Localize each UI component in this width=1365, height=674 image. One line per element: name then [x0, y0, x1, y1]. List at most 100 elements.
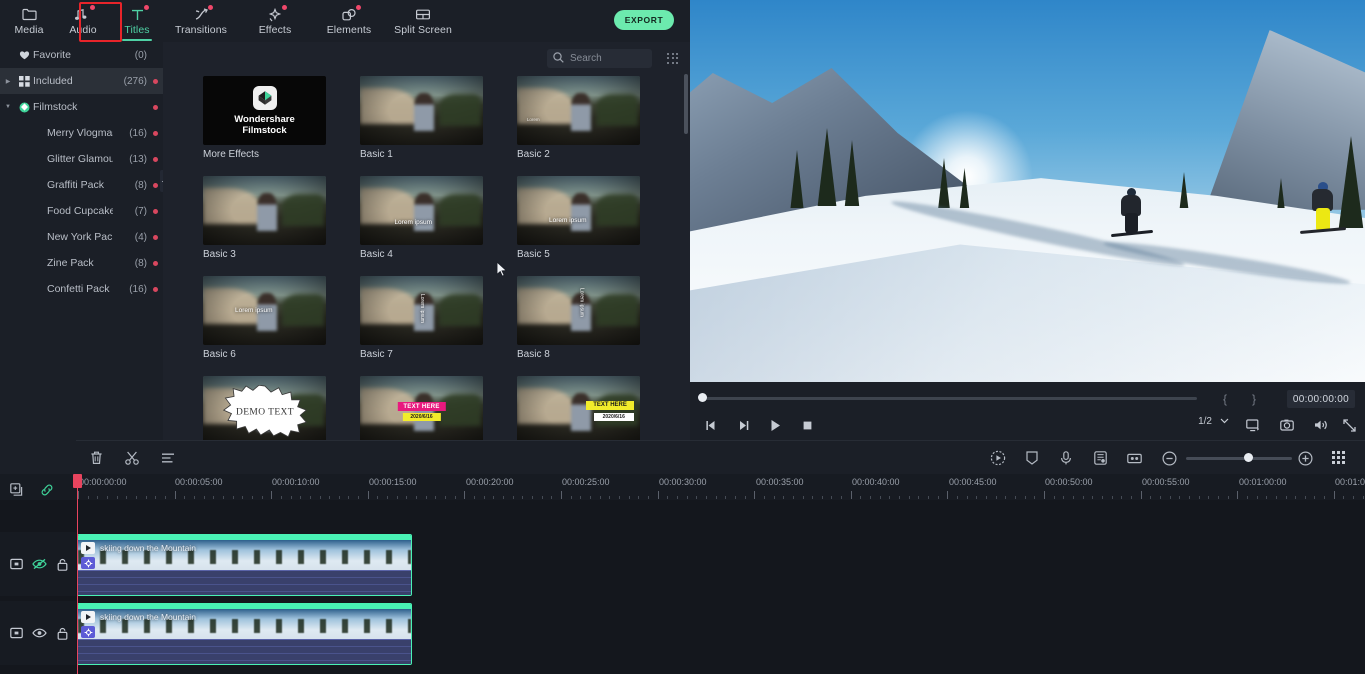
sidebar-item-glitter-glamour[interactable]: Glitter Glamour… (13) [0, 146, 163, 172]
split-button[interactable] [121, 448, 143, 468]
track-header-2 [0, 601, 76, 665]
title-overlay-text: Lorem ipsum [394, 218, 433, 226]
browser-scrollbar[interactable] [684, 74, 688, 134]
nav-tab-transitions[interactable]: Transitions [164, 0, 238, 42]
snapshot-icon[interactable] [1277, 415, 1297, 435]
play-button[interactable] [764, 416, 786, 434]
grid-item-basic-5[interactable]: Lorem ipsum Basic 5 [517, 176, 640, 260]
zoom-out-button[interactable] [1158, 448, 1180, 468]
nav-tab-media[interactable]: Media [2, 0, 56, 42]
twisty-collapsed-icon[interactable]: ▶ [0, 78, 16, 85]
zoom-fit-button[interactable] [1328, 448, 1350, 468]
nav-tab-split-screen[interactable]: Split Screen [386, 0, 460, 42]
nav-tab-effects[interactable]: Effects [238, 0, 312, 42]
grid-item-basic-1[interactable]: Basic 1 [360, 76, 483, 160]
track-lock-toggle[interactable] [52, 555, 72, 573]
svg-text:DEMO TEXT: DEMO TEXT [235, 407, 293, 417]
add-marker-icon[interactable] [6, 480, 28, 500]
ruler-label: 00:00:25:00 [562, 477, 610, 487]
effects-grid-scroll: Wondershare Filmstock More Effects Basic … [163, 72, 690, 440]
sidebar-item-merry-vlogmas[interactable]: Merry Vlogmas… (16) [0, 120, 163, 146]
grid-item-pink-badge[interactable]: TEXT HERE 2020/6/16 [360, 376, 483, 440]
sidebar-item-confetti-pack[interactable]: Confetti Pack (16) [0, 276, 163, 302]
sidebar-item-food-cupcake-pack[interactable]: Food Cupcake P… (7) [0, 198, 163, 224]
link-toggle-icon[interactable] [36, 480, 58, 500]
grid-item-yellow-badge[interactable]: TEXT HERE 2020/6/16 [517, 376, 640, 440]
sidebar-item-count: (276) [123, 75, 147, 87]
sidebar-item-count: (8) [134, 257, 147, 269]
notification-dot [282, 5, 287, 10]
mark-out-button[interactable]: } [1246, 391, 1262, 407]
grid-item-basic-4[interactable]: Lorem ipsum Basic 4 [360, 176, 483, 260]
search-input[interactable]: Search [547, 49, 652, 68]
grid-item-more-effects[interactable]: Wondershare Filmstock More Effects [203, 76, 326, 160]
stop-button[interactable] [796, 416, 818, 434]
timeline-clip[interactable]: skiing down the Mountain [77, 603, 412, 665]
grid-view-icon[interactable] [664, 49, 682, 68]
sidebar-item-included[interactable]: ▶ Included (276) [0, 68, 163, 94]
filmora-window: Media Audio Titles Transitions Effects E… [0, 0, 1365, 674]
sidebar-item-filmstock[interactable]: ▼ Filmstock [0, 94, 163, 120]
playhead-knob[interactable] [698, 393, 707, 402]
delete-button[interactable] [85, 448, 107, 468]
ruler-label: 00:00:55:00 [1142, 477, 1190, 487]
track-type-icon[interactable] [6, 555, 26, 573]
track-type-icon[interactable] [6, 624, 26, 642]
clip-play-icon[interactable] [81, 542, 95, 554]
thumbnail: TEXT HERE 2020/6/16 [360, 376, 483, 440]
next-frame-button[interactable] [732, 416, 754, 434]
playback-speed-selector[interactable]: 1/2 [1198, 416, 1229, 427]
sidebar-item-new-york-pack[interactable]: New York Pack (4) [0, 224, 163, 250]
sidebar-item-dot [147, 260, 163, 266]
clip-effects-icon[interactable] [81, 557, 95, 569]
nav-tab-elements[interactable]: Elements [312, 0, 386, 42]
clip-effects-icon[interactable] [81, 626, 95, 638]
grid-item-basic-7[interactable]: Lorem ipsum Basic 7 [360, 276, 483, 360]
playback-progress-bar[interactable] [702, 397, 1197, 400]
fullscreen-icon[interactable] [1339, 415, 1359, 435]
voiceover-button[interactable] [1055, 448, 1077, 468]
prev-frame-button[interactable] [700, 416, 722, 434]
thumbnail [203, 176, 326, 245]
twisty-expanded-icon[interactable]: ▼ [0, 104, 16, 110]
zoom-slider[interactable] [1186, 457, 1292, 460]
marker-button[interactable] [1021, 448, 1043, 468]
crop-button[interactable] [1123, 448, 1145, 468]
volume-icon[interactable] [1311, 415, 1331, 435]
mixer-button[interactable] [157, 448, 179, 468]
sidebar-item-favorite[interactable]: Favorite (0) [0, 42, 163, 68]
title-overlay-text: Lorem ipsum [234, 307, 273, 315]
timecode-display[interactable]: 00:00:00:00 [1286, 390, 1355, 408]
sidebar-item-label: Filmstock [33, 101, 78, 113]
zoom-slider-knob[interactable] [1244, 453, 1253, 462]
zoom-in-button[interactable] [1294, 448, 1316, 468]
sidebar-item-graffiti-pack[interactable]: Graffiti Pack (8) [0, 172, 163, 198]
ruler-label: 00:00:50:00 [1045, 477, 1093, 487]
export-button[interactable]: EXPORT [614, 10, 674, 30]
nav-tab-audio[interactable]: Audio [56, 0, 110, 42]
grid-item-basic-6[interactable]: Lorem ipsum Basic 6 [203, 276, 326, 360]
display-settings-icon[interactable] [1243, 415, 1263, 435]
clip-play-icon[interactable] [81, 611, 95, 623]
audio-mixer-button[interactable] [1089, 448, 1111, 468]
ruler-label: 00:00:45:00 [949, 477, 997, 487]
video-preview[interactable] [690, 0, 1365, 382]
sidebar-item-label: Included [33, 75, 73, 87]
music-note-icon [75, 5, 95, 23]
grid-item-basic-2[interactable]: Lorem Basic 2 [517, 76, 640, 160]
track-visibility-toggle[interactable] [29, 555, 49, 573]
track-visibility-toggle[interactable] [29, 624, 49, 642]
timeline-clip[interactable]: skiing down the Mountain [77, 534, 412, 596]
clip-label: skiing down the Mountain [100, 543, 196, 553]
render-preview-button[interactable] [987, 448, 1009, 468]
sparkle-icon [267, 5, 287, 23]
grid-item-demo-text[interactable]: DEMO TEXT [203, 376, 326, 440]
sidebar-item-label: Favorite [33, 49, 71, 61]
track-lock-toggle[interactable] [52, 624, 72, 642]
nav-tab-titles[interactable]: Titles [110, 0, 164, 42]
grid-item-basic-3[interactable]: Basic 3 [203, 176, 326, 260]
timeline-ruler[interactable]: 00:00:00:00 00:00:05:00 00:00:10:00 00:0… [0, 474, 1365, 500]
sidebar-item-zine-pack[interactable]: Zine Pack (8) [0, 250, 163, 276]
mark-in-button[interactable]: { [1217, 391, 1233, 407]
grid-item-basic-8[interactable]: Lorem ipsum Basic 8 [517, 276, 640, 360]
